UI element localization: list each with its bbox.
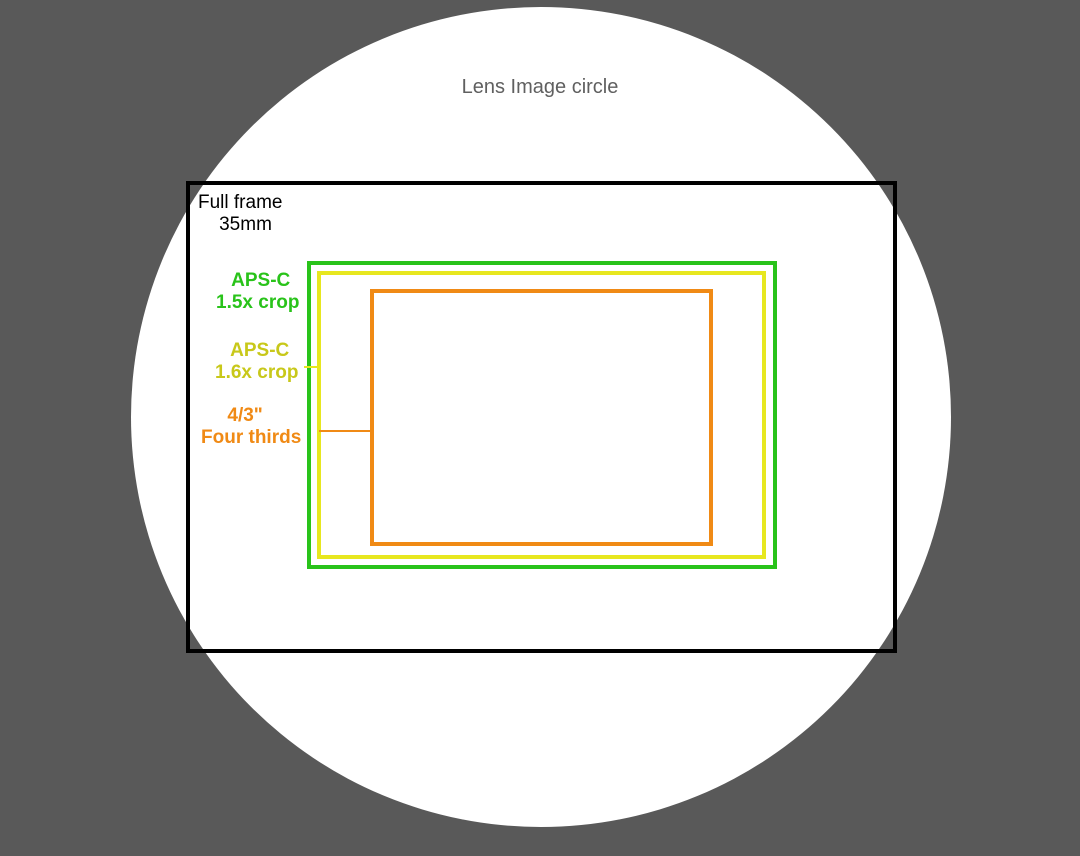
label-fourthirds: 4/3" Four thirds [201, 405, 301, 449]
leader-fourthirds [319, 430, 371, 432]
diagram-title: Lens Image circle [0, 76, 1080, 99]
frame-fourthirds [370, 289, 713, 546]
leader-apsc16 [304, 366, 319, 368]
diagram-stage: Lens Image circle Full frame 35mm APS-C … [0, 0, 1080, 856]
label-apsc15: APS-C 1.5x crop [216, 270, 299, 314]
label-apsc16: APS-C 1.6x crop [215, 340, 298, 384]
label-fullframe: Full frame 35mm [198, 192, 282, 236]
